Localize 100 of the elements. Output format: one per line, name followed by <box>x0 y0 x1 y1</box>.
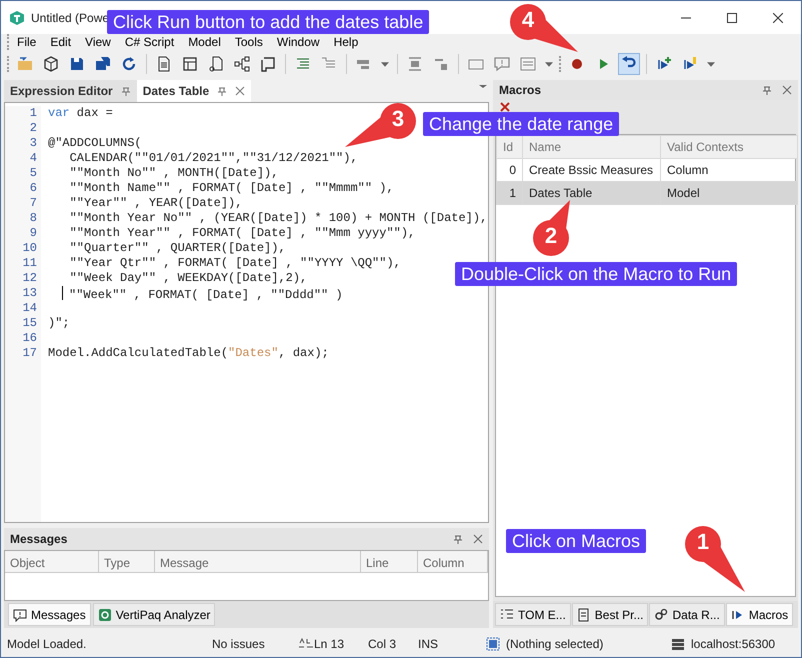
line-number: 14 <box>22 301 37 316</box>
line-number: 4 <box>28 151 37 166</box>
line-number: 6 <box>28 181 37 196</box>
menu-item[interactable]: Tools <box>228 35 270 49</box>
status-message: Model Loaded. <box>7 636 88 652</box>
code-line: ""Month Year"" , FORMAT( [Date] , ""Mmm yyyy""), <box>68 226 416 240</box>
panel-tab[interactable]: VertiPaq Analyzer <box>92 603 216 626</box>
editor-tab[interactable]: Expression Editor <box>4 80 137 102</box>
table-cell[interactable]: Dates Table <box>522 182 660 204</box>
menu-item[interactable]: Edit <box>43 35 78 49</box>
panel-tab[interactable]: TOM E... <box>495 603 571 626</box>
server-status: localhost:56300 <box>691 636 776 652</box>
code-line: ""Year Qtr"" , FORMAT( [Date] , ""YYYY \QQ""), <box>68 256 401 270</box>
save-icon <box>68 55 86 73</box>
panel-tab[interactable]: Macros <box>726 603 794 626</box>
maximize-icon <box>727 12 737 22</box>
menu-item[interactable]: File <box>10 35 44 49</box>
close-icon <box>773 12 783 22</box>
code-line: ""Quarter"" , QUARTER([Date]), <box>68 241 286 255</box>
step-number: 1 <box>696 529 710 555</box>
panel-tab[interactable]: Best Pr... <box>572 603 648 626</box>
column-header: Message <box>155 551 361 572</box>
line-number: 9 <box>28 226 37 241</box>
line-number: 1 <box>28 106 37 121</box>
pin-icon[interactable] <box>453 534 463 544</box>
callout-label: Click Run button to add the dates table <box>107 10 430 34</box>
code-line: ""Year"" , YEAR([Date]), <box>68 196 242 210</box>
caret-icon <box>707 62 715 66</box>
column-status: Col 3 <box>368 636 398 652</box>
step-number: 2 <box>544 223 558 249</box>
selection-icon <box>486 636 500 650</box>
line-number: 2 <box>28 121 37 136</box>
pin-icon[interactable] <box>762 85 772 95</box>
editor-tab[interactable]: Dates Table <box>136 80 252 102</box>
line-number: 16 <box>22 331 37 346</box>
code-line: ""Month No"" , MONTH([Date]), <box>68 166 278 180</box>
code-line: )"; <box>48 316 70 330</box>
line-number: 17 <box>22 346 37 361</box>
column-header: Id <box>496 136 522 158</box>
close-icon[interactable] <box>782 85 792 95</box>
column-header: Type <box>99 551 155 572</box>
line-status: Ln 13 <box>314 636 346 652</box>
menu-item[interactable]: C# Script <box>118 35 182 49</box>
callout-label: Double-Click on the Macro to Run <box>455 262 738 286</box>
panel-title: Messages <box>10 531 68 548</box>
cube-icon <box>42 55 60 73</box>
menu-item[interactable]: Model <box>181 35 228 49</box>
column-header: Name <box>522 136 660 158</box>
code-line: ""Month Year No"" , (YEAR([Date]) * 100) + MONTH ([Date]), <box>68 211 488 225</box>
callout-pin <box>532 199 571 257</box>
hierarchy-icon <box>233 55 251 73</box>
line-number: 8 <box>28 211 37 226</box>
close-icon[interactable] <box>235 86 246 96</box>
caret-icon <box>545 62 553 66</box>
issues-status: No issues <box>212 636 266 652</box>
analyzer-icon <box>98 608 112 622</box>
undo-button[interactable] <box>618 53 640 75</box>
callout-label: Change the date range <box>423 112 620 136</box>
delete-icon[interactable] <box>499 101 511 113</box>
line-number: 15 <box>22 316 37 331</box>
comment-icon <box>493 55 511 73</box>
line-number: 5 <box>28 166 37 181</box>
column-header: Line <box>361 551 418 572</box>
align-icon <box>406 55 424 73</box>
menu-item[interactable]: Window <box>270 35 327 49</box>
code-line: var dax = <box>48 106 113 120</box>
form-icon <box>519 55 537 73</box>
panel-tab[interactable]: Messages <box>8 603 91 626</box>
callout-pin <box>684 525 746 593</box>
panel-tab[interactable]: Data R... <box>649 603 725 626</box>
line-number: 10 <box>22 241 37 256</box>
line-number: 7 <box>28 196 37 211</box>
step-number: 3 <box>390 106 406 132</box>
step-number: 4 <box>520 7 536 33</box>
refresh-icon <box>120 55 138 73</box>
mode-status: INS <box>418 636 440 652</box>
page-icon <box>207 55 225 73</box>
code-line: ""Month Name"" , FORMAT( [Date] , ""Mmmm"" ), <box>68 181 394 195</box>
rules-icon <box>576 608 591 622</box>
menu-item[interactable]: Help <box>326 35 366 49</box>
pin-icon[interactable] <box>217 86 228 96</box>
comment-icon <box>13 608 27 622</box>
code-line: ""Week Day"" , WEEKDAY([Date],2), <box>68 271 308 285</box>
menu-item[interactable]: View <box>78 35 118 49</box>
caret-icon <box>381 62 389 66</box>
line-number: 11 <box>22 256 37 271</box>
pin-icon[interactable] <box>120 86 131 96</box>
column-header: Object <box>5 551 99 572</box>
server-icon <box>671 638 685 650</box>
tree-icon <box>500 608 514 622</box>
save-all-icon <box>94 55 112 73</box>
close-icon[interactable] <box>473 534 483 544</box>
code-line: ""Week"" , FORMAT( [Date] , ""Dddd"" ) <box>69 288 343 302</box>
code-line: @"ADDCOLUMNS( <box>48 136 142 150</box>
script-icon <box>259 55 277 73</box>
app-icon <box>9 10 25 26</box>
code-line: CALENDAR(""01/01/2021"",""31/12/2021""), <box>68 151 358 165</box>
line-number: 13 <box>22 286 37 301</box>
spellcheck-icon <box>298 638 314 650</box>
line-number: 12 <box>22 271 37 286</box>
